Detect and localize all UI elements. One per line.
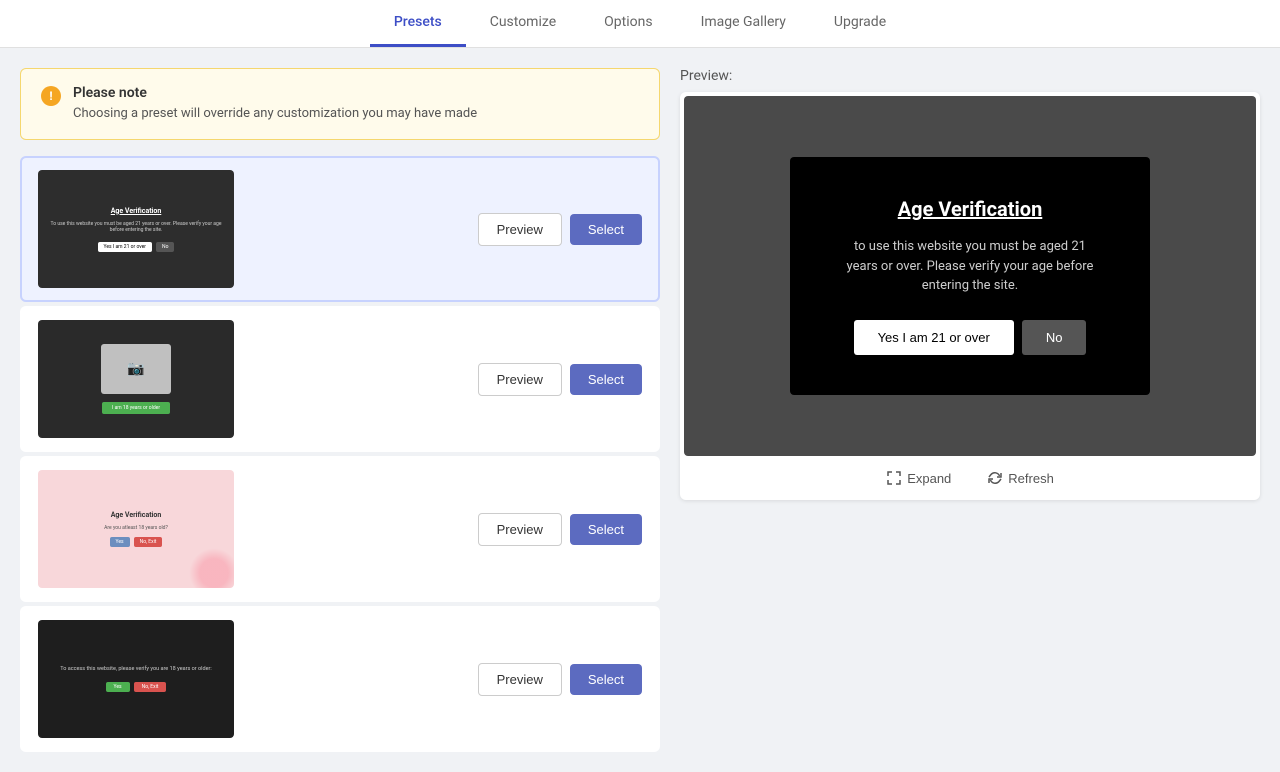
thumb1-btn-yes: Yes I am 21 or over bbox=[98, 242, 152, 252]
preview-panel: Preview: Age Verification to use this we… bbox=[660, 68, 1260, 752]
thumb2-btn: I am 18 years or older bbox=[102, 402, 170, 414]
refresh-label: Refresh bbox=[1008, 471, 1054, 486]
preview-modal-btn-yes[interactable]: Yes I am 21 or over bbox=[854, 320, 1014, 355]
preset-list: Age Verification To use this website you… bbox=[20, 156, 660, 752]
select-button-4[interactable]: Select bbox=[570, 664, 642, 695]
preset-thumb-2: 📷 I am 18 years or older bbox=[38, 320, 234, 438]
preview-button-4[interactable]: Preview bbox=[478, 663, 562, 696]
preset-card-2: 📷 I am 18 years or older Preview Select bbox=[20, 306, 660, 452]
thumb4-btn-yes: Yes bbox=[106, 682, 130, 692]
preview-modal-title: Age Verification bbox=[840, 197, 1100, 221]
preset-thumb-3: Age Verification Are you atleast 18 year… bbox=[38, 470, 234, 588]
thumb3-decoration bbox=[189, 548, 234, 588]
preview-modal-btn-no[interactable]: No bbox=[1022, 320, 1087, 355]
tab-image-gallery[interactable]: Image Gallery bbox=[677, 0, 810, 47]
preset-card-3: Age Verification Are you atleast 18 year… bbox=[20, 456, 660, 602]
refresh-button[interactable]: Refresh bbox=[979, 466, 1062, 490]
top-navigation: Presets Customize Options Image Gallery … bbox=[0, 0, 1280, 48]
preview-label: Preview: bbox=[680, 68, 1260, 84]
preview-button-2[interactable]: Preview bbox=[478, 363, 562, 396]
preview-button-3[interactable]: Preview bbox=[478, 513, 562, 546]
notice-box: ! Please note Choosing a preset will ove… bbox=[20, 68, 660, 140]
thumb3-text: Are you atleast 18 years old? bbox=[104, 525, 168, 531]
preset-card-1: Age Verification To use this website you… bbox=[20, 156, 660, 302]
expand-label: Expand bbox=[907, 471, 951, 486]
preset-card-4: To access this website, please verify yo… bbox=[20, 606, 660, 752]
select-button-2[interactable]: Select bbox=[570, 364, 642, 395]
preset-thumb-1: Age Verification To use this website you… bbox=[38, 170, 234, 288]
expand-button[interactable]: Expand bbox=[878, 466, 959, 490]
notice-title: Please note bbox=[73, 85, 477, 101]
thumb2-img-placeholder: 📷 bbox=[101, 344, 171, 394]
preview-container: Age Verification to use this website you… bbox=[680, 92, 1260, 500]
thumb3-title: Age Verification bbox=[111, 511, 162, 519]
tab-options[interactable]: Options bbox=[580, 0, 676, 47]
preview-modal-text: to use this website you must be aged 21 … bbox=[840, 237, 1100, 296]
thumb4-text: To access this website, please verify yo… bbox=[60, 666, 211, 674]
preset-thumb-4: To access this website, please verify yo… bbox=[38, 620, 234, 738]
notice-icon: ! bbox=[41, 86, 61, 106]
refresh-icon bbox=[987, 470, 1003, 486]
select-button-3[interactable]: Select bbox=[570, 514, 642, 545]
thumb1-title: Age Verification bbox=[111, 207, 162, 215]
notice-text: Choosing a preset will override any cust… bbox=[73, 105, 477, 123]
preview-modal: Age Verification to use this website you… bbox=[790, 157, 1150, 395]
select-button-1[interactable]: Select bbox=[570, 214, 642, 245]
preview-footer: Expand Refresh bbox=[684, 456, 1256, 496]
thumb1-text: To use this website you must be aged 21 … bbox=[48, 221, 224, 234]
tab-customize[interactable]: Customize bbox=[466, 0, 580, 47]
tab-presets[interactable]: Presets bbox=[370, 0, 466, 47]
presets-panel: ! Please note Choosing a preset will ove… bbox=[20, 68, 660, 752]
preview-button-1[interactable]: Preview bbox=[478, 213, 562, 246]
tab-upgrade[interactable]: Upgrade bbox=[810, 0, 910, 47]
expand-icon bbox=[886, 470, 902, 486]
preview-frame: Age Verification to use this website you… bbox=[684, 96, 1256, 456]
thumb1-btn-no: No bbox=[156, 242, 174, 252]
thumb4-btn-no: No, Exit bbox=[134, 682, 167, 692]
thumb3-btn-yes: Yes bbox=[110, 537, 130, 547]
thumb3-btn-no: No, Exit bbox=[134, 537, 163, 547]
